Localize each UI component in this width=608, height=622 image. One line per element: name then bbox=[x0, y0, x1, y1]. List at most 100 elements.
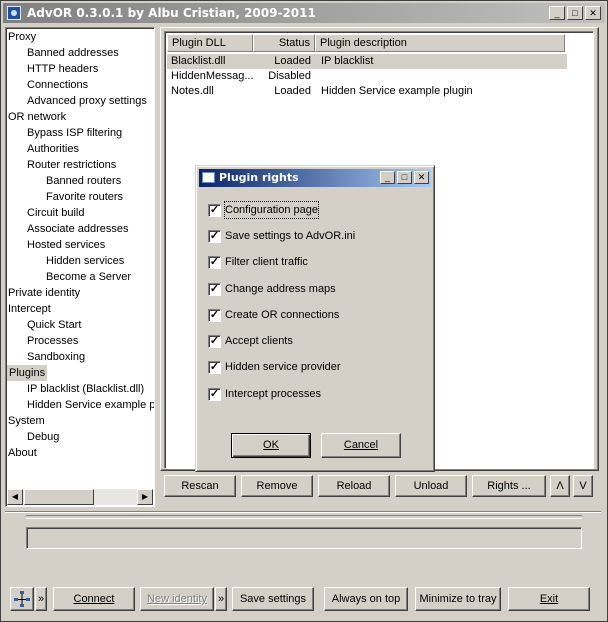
scroll-left-icon[interactable]: ◀ bbox=[7, 489, 23, 505]
checkbox-checked-icon[interactable]: ✓ bbox=[208, 230, 221, 243]
checkbox-label: Accept clients bbox=[225, 335, 293, 347]
tree-item-plugins[interactable]: Plugins bbox=[7, 365, 48, 381]
dialog-title-bar[interactable]: Plugin rights _ □ ✕ bbox=[199, 169, 431, 187]
tree-item-become-a-server[interactable]: Become a Server bbox=[46, 269, 131, 285]
dialog-close-button[interactable]: ✕ bbox=[414, 171, 429, 184]
ok-label: OK bbox=[263, 439, 279, 451]
move-up-button[interactable]: Λ bbox=[550, 475, 570, 497]
reload-button[interactable]: Reload bbox=[318, 475, 390, 497]
column-plugin-dll[interactable]: Plugin DLL bbox=[167, 34, 253, 52]
save-settings-button[interactable]: Save settings bbox=[232, 587, 314, 611]
tree-item-banned-addresses[interactable]: Banned addresses bbox=[27, 45, 119, 61]
tree-item-intercept[interactable]: Intercept bbox=[8, 301, 51, 317]
checkbox-checked-icon[interactable]: ✓ bbox=[208, 388, 221, 401]
checkbox-checked-icon[interactable]: ✓ bbox=[208, 204, 221, 217]
tree-item-connections[interactable]: Connections bbox=[27, 77, 88, 93]
table-row[interactable]: Notes.dll Loaded Hidden Service example … bbox=[167, 84, 567, 99]
tree-item-authorities[interactable]: Authorities bbox=[27, 141, 79, 157]
checkbox-checked-icon[interactable]: ✓ bbox=[208, 335, 221, 348]
exit-button[interactable]: Exit bbox=[508, 587, 590, 611]
tree-item-associate-addresses[interactable]: Associate addresses bbox=[27, 221, 129, 237]
checkbox-label: Hidden service provider bbox=[225, 361, 341, 373]
tree-item-or-network[interactable]: OR network bbox=[8, 109, 66, 125]
expand-more-icon[interactable]: » bbox=[215, 587, 227, 611]
tree-item-proxy[interactable]: Proxy bbox=[8, 29, 36, 45]
tree-item-banned-routers[interactable]: Banned routers bbox=[46, 173, 121, 189]
tree-item-http-headers[interactable]: HTTP headers bbox=[27, 61, 98, 77]
unload-button[interactable]: Unload bbox=[395, 475, 467, 497]
tree-item-sandboxing[interactable]: Sandboxing bbox=[27, 349, 85, 365]
checkbox-checked-icon[interactable]: ✓ bbox=[208, 309, 221, 322]
app-icon bbox=[7, 6, 21, 20]
checkbox-label: Save settings to AdvOR.ini bbox=[225, 230, 356, 242]
settings-tree[interactable]: Proxy Banned addresses HTTP headers Conn… bbox=[5, 27, 155, 507]
cancel-button[interactable]: Cancel bbox=[321, 433, 401, 458]
tree-item-circuit-build[interactable]: Circuit build bbox=[27, 205, 84, 221]
progress-track bbox=[26, 515, 582, 519]
checkbox-label: Intercept processes bbox=[225, 388, 321, 400]
remove-button[interactable]: Remove bbox=[241, 475, 313, 497]
connect-button[interactable]: Connect bbox=[53, 587, 135, 611]
dialog-title: Plugin rights bbox=[219, 171, 299, 184]
tree-horizontal-scrollbar[interactable]: ◀ ▶ bbox=[7, 489, 153, 505]
tree-item-bypass-isp-filtering[interactable]: Bypass ISP filtering bbox=[27, 125, 122, 141]
dialog-minimize-button[interactable]: _ bbox=[380, 171, 395, 184]
plugin-status-cell: Loaded bbox=[274, 85, 311, 97]
table-row[interactable]: HiddenMessag... Disabled bbox=[167, 69, 567, 84]
tree-item-system[interactable]: System bbox=[8, 413, 45, 429]
checkbox-checked-icon[interactable]: ✓ bbox=[208, 361, 221, 374]
new-identity-label: New identity bbox=[147, 593, 207, 605]
plugin-status-cell: Loaded bbox=[274, 55, 311, 67]
maximize-button[interactable]: □ bbox=[567, 6, 583, 20]
close-button[interactable]: ✕ bbox=[585, 6, 601, 20]
ok-button[interactable]: OK bbox=[231, 433, 311, 458]
new-identity-button[interactable]: New identity bbox=[140, 587, 214, 611]
minimize-to-tray-button[interactable]: Minimize to tray bbox=[415, 587, 501, 611]
always-on-top-button[interactable]: Always on top bbox=[324, 587, 408, 611]
tree-item-hidden-services[interactable]: Hidden services bbox=[46, 253, 124, 269]
connect-label: Connect bbox=[73, 593, 115, 605]
plugin-dll-cell: Notes.dll bbox=[171, 85, 214, 97]
status-panel bbox=[26, 527, 582, 549]
tree-item-debug[interactable]: Debug bbox=[27, 429, 59, 445]
tree-item-ip-blacklist[interactable]: IP blacklist (Blacklist.dll) bbox=[27, 381, 144, 397]
expand-more-icon[interactable]: » bbox=[35, 587, 47, 611]
move-down-button[interactable]: V bbox=[573, 475, 593, 497]
dialog-maximize-button[interactable]: □ bbox=[397, 171, 412, 184]
tree-item-about[interactable]: About bbox=[8, 445, 37, 461]
column-plugin-description[interactable]: Plugin description bbox=[315, 34, 565, 52]
column-status[interactable]: Status bbox=[253, 34, 315, 52]
network-icon[interactable] bbox=[10, 587, 34, 611]
plugin-dll-cell: Blacklist.dll bbox=[171, 55, 226, 67]
tree-item-processes[interactable]: Processes bbox=[27, 333, 78, 349]
rescan-button[interactable]: Rescan bbox=[164, 475, 236, 497]
checkbox-label: Create OR connections bbox=[225, 309, 340, 321]
plugin-dll-cell: HiddenMessag... bbox=[171, 70, 253, 82]
tree-item-quick-start[interactable]: Quick Start bbox=[27, 317, 81, 333]
plugin-description-cell: Hidden Service example plugin bbox=[321, 85, 473, 97]
tree-item-router-restrictions[interactable]: Router restrictions bbox=[27, 157, 116, 173]
exit-label: Exit bbox=[539, 593, 559, 605]
dialog-icon bbox=[202, 172, 215, 183]
checkbox-label: Filter client traffic bbox=[225, 256, 308, 268]
scroll-thumb[interactable] bbox=[24, 489, 94, 505]
tree-item-favorite-routers[interactable]: Favorite routers bbox=[46, 189, 123, 205]
plugin-rights-dialog: Plugin rights _ □ ✕ ✓ Configuration page… bbox=[195, 165, 435, 472]
checkbox-checked-icon[interactable]: ✓ bbox=[208, 256, 221, 269]
cancel-label: Cancel bbox=[343, 439, 379, 451]
title-bar[interactable]: AdvOR 0.3.0.1 by Albu Cristian, 2009-201… bbox=[3, 3, 605, 23]
checkbox-label: Change address maps bbox=[225, 283, 336, 295]
rights-button[interactable]: Rights ... bbox=[472, 475, 546, 497]
plugin-status-cell: Disabled bbox=[268, 70, 311, 82]
tree-item-hosted-services[interactable]: Hosted services bbox=[27, 237, 105, 253]
scroll-right-icon[interactable]: ▶ bbox=[137, 489, 153, 505]
plugin-description-cell: IP blacklist bbox=[321, 55, 374, 67]
tree-item-private-identity[interactable]: Private identity bbox=[8, 285, 80, 301]
tree-item-advanced-proxy-settings[interactable]: Advanced proxy settings bbox=[27, 93, 147, 109]
table-row[interactable]: Blacklist.dll Loaded IP blacklist bbox=[167, 54, 567, 69]
minimize-button[interactable]: _ bbox=[549, 6, 565, 20]
checkbox-checked-icon[interactable]: ✓ bbox=[208, 283, 221, 296]
separator bbox=[5, 511, 601, 513]
tree-item-hidden-service-example[interactable]: Hidden Service example p bbox=[27, 397, 154, 413]
checkbox-label: Configuration page bbox=[224, 201, 319, 219]
